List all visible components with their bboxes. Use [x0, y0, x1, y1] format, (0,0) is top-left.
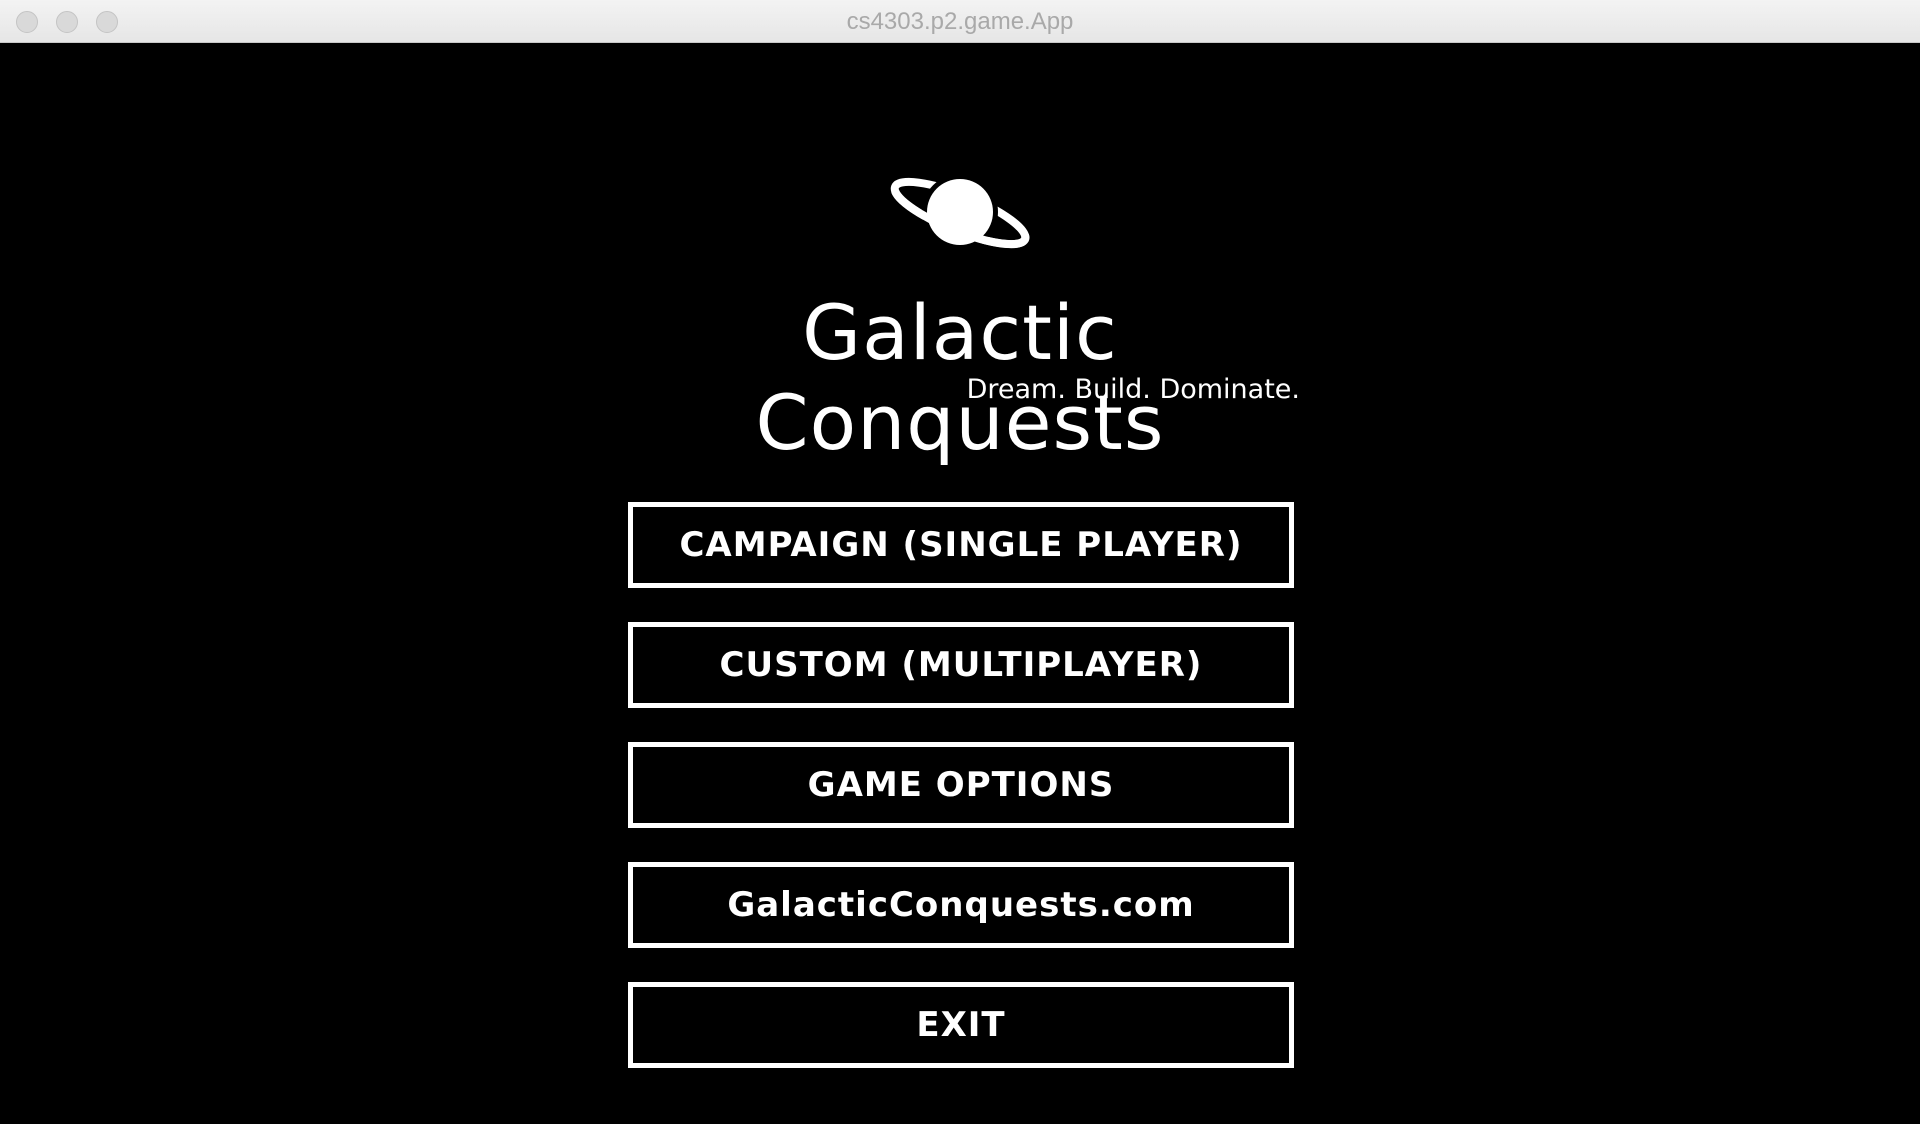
game-options-button[interactable]: GAME OPTIONS — [628, 742, 1294, 828]
main-menu-screen: Galactic Conquests Dream. Build. Dominat… — [0, 43, 1920, 1124]
custom-multiplayer-button[interactable]: CUSTOM (MULTIPLAYER) — [628, 622, 1294, 708]
website-link-button[interactable]: GalacticConquests.com — [628, 862, 1294, 948]
tagline: Dream. Build. Dominate. — [966, 374, 1300, 405]
app-window: cs4303.p2.game.App Galactic Conquests Dr… — [0, 0, 1920, 1124]
title-bar[interactable]: cs4303.p2.game.App — [0, 0, 1920, 43]
exit-button[interactable]: EXIT — [628, 982, 1294, 1068]
window-title: cs4303.p2.game.App — [846, 8, 1074, 35]
campaign-button[interactable]: CAMPAIGN (SINGLE PLAYER) — [628, 502, 1294, 588]
planet-icon — [890, 174, 1030, 250]
